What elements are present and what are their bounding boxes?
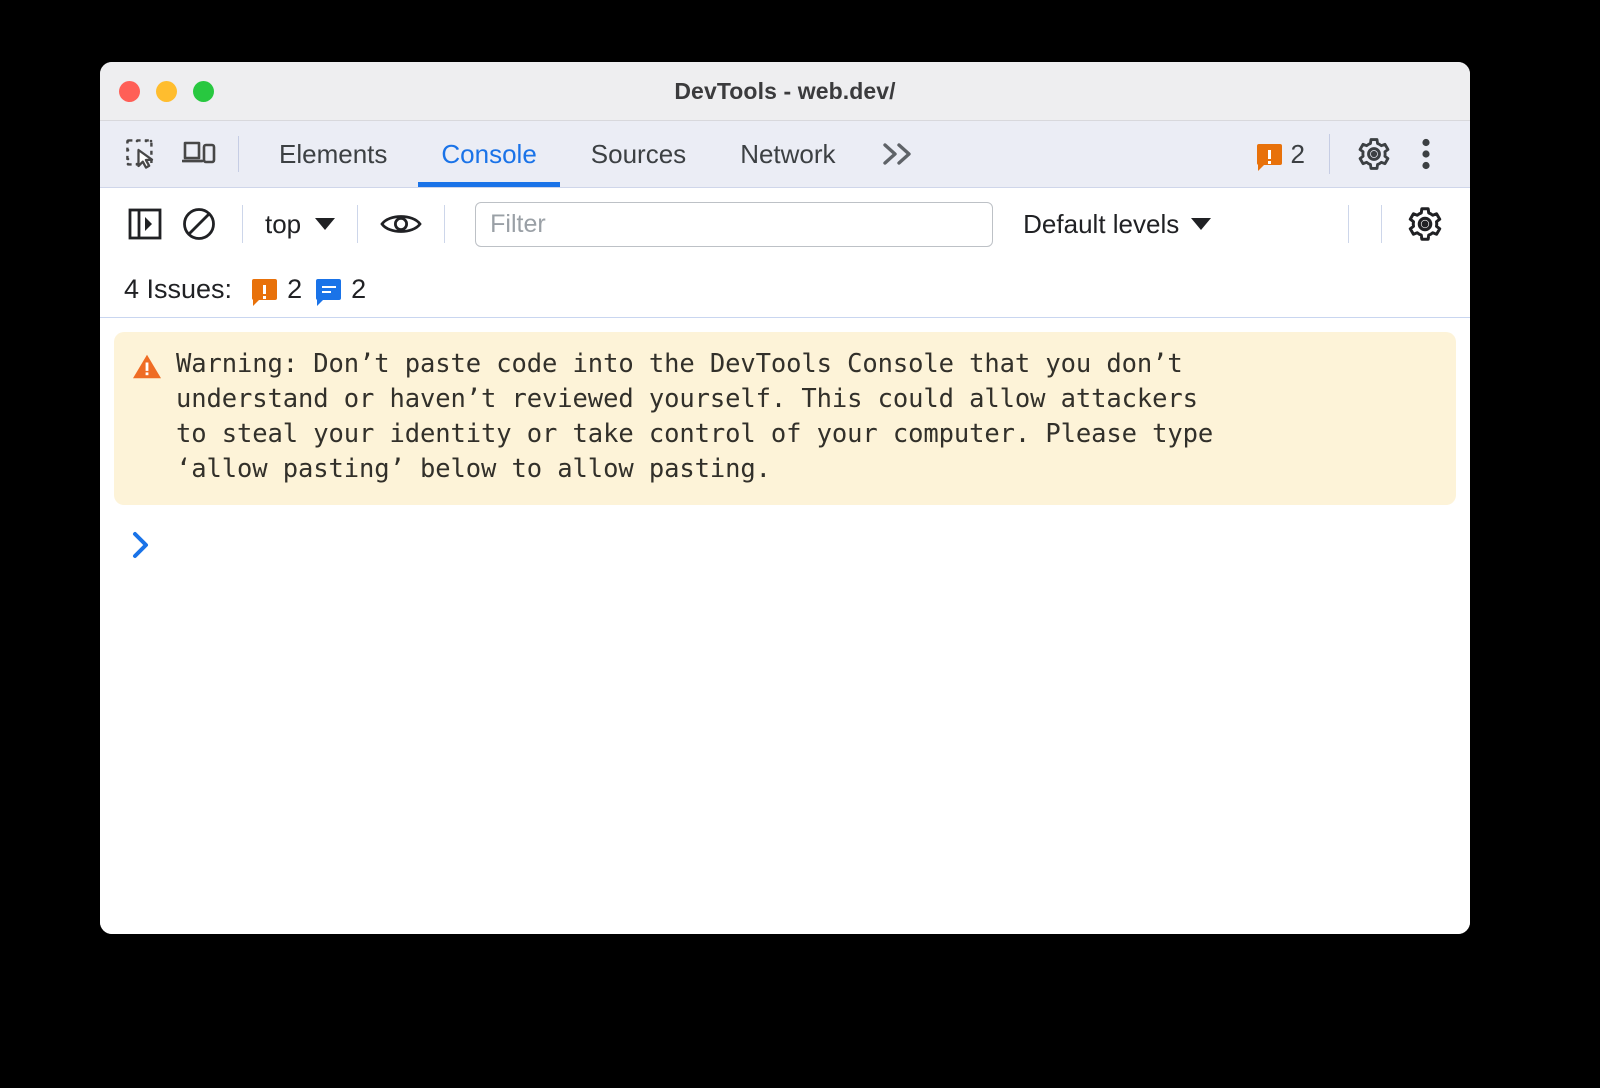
info-badge-icon bbox=[316, 278, 342, 306]
issues-info-count: 2 bbox=[351, 273, 367, 304]
console-toolbar-divider-1 bbox=[242, 205, 243, 243]
devtools-tabbar: Elements Console Sources Network 2 bbox=[100, 121, 1470, 188]
more-tabs-chevron-icon[interactable] bbox=[863, 121, 933, 187]
maximize-window-button[interactable] bbox=[193, 80, 214, 102]
eye-icon[interactable] bbox=[374, 197, 428, 251]
close-window-button[interactable] bbox=[119, 80, 140, 102]
console-message-area: Warning: Don’t paste code into the DevTo… bbox=[100, 318, 1470, 934]
log-level-label: Default levels bbox=[1023, 208, 1180, 239]
tab-sources[interactable]: Sources bbox=[564, 121, 713, 187]
console-toolbar-divider-2 bbox=[357, 205, 359, 243]
log-level-selector[interactable]: Default levels bbox=[1017, 209, 1217, 240]
window-titlebar: DevTools - web.dev/ bbox=[100, 62, 1470, 121]
tab-elements-label: Elements bbox=[279, 138, 388, 169]
device-toolbar-icon[interactable] bbox=[173, 130, 225, 178]
execution-context-label: top bbox=[265, 208, 302, 239]
issues-badge-button[interactable]: 2 bbox=[1251, 138, 1311, 171]
tab-console[interactable]: Console bbox=[414, 121, 563, 187]
settings-gear-icon[interactable] bbox=[1348, 130, 1400, 178]
clear-console-icon[interactable] bbox=[172, 197, 226, 251]
minimize-window-button[interactable] bbox=[156, 80, 177, 102]
tabbar-divider bbox=[238, 136, 239, 172]
console-prompt[interactable] bbox=[100, 505, 1470, 561]
issues-warning-count: 2 bbox=[287, 273, 303, 304]
screenshot-root: DevTools - web.dev/ Elements Console Sou… bbox=[0, 0, 1600, 1088]
tab-console-label: Console bbox=[441, 138, 537, 169]
issues-count-label: 4 Issues: bbox=[124, 273, 233, 304]
warning-badge-icon bbox=[1256, 143, 1282, 171]
tab-network-label: Network bbox=[740, 138, 836, 169]
paste-warning-banner: Warning: Don’t paste code into the DevTo… bbox=[114, 332, 1456, 505]
console-settings-gear-icon[interactable] bbox=[1398, 197, 1452, 251]
execution-context-selector[interactable]: top bbox=[259, 209, 341, 240]
window-title: DevTools - web.dev/ bbox=[674, 77, 896, 104]
console-sidebar-icon[interactable] bbox=[118, 197, 172, 251]
console-toolbar-divider-3 bbox=[444, 205, 446, 243]
tabbar-issue-count: 2 bbox=[1290, 138, 1305, 169]
tabbar-right-divider bbox=[1329, 134, 1330, 174]
chevron-down-icon bbox=[1191, 218, 1212, 230]
issues-bar[interactable]: 4 Issues: 2 2 bbox=[100, 261, 1470, 318]
console-toolbar: top Default levels bbox=[100, 188, 1470, 261]
filter-input[interactable] bbox=[475, 201, 994, 247]
console-toolbar-divider-4 bbox=[1348, 205, 1349, 243]
warning-triangle-icon bbox=[132, 353, 162, 385]
issues-info-group[interactable]: 2 bbox=[316, 273, 367, 306]
paste-warning-text: Warning: Don’t paste code into the DevTo… bbox=[176, 349, 1214, 484]
warning-badge-icon bbox=[252, 278, 278, 306]
inspect-element-icon[interactable] bbox=[115, 130, 167, 178]
more-options-icon[interactable] bbox=[1400, 130, 1452, 178]
console-toolbar-right bbox=[1332, 197, 1452, 251]
devtools-tabs: Elements Console Sources Network bbox=[252, 121, 933, 187]
devtools-window: DevTools - web.dev/ Elements Console Sou… bbox=[100, 62, 1470, 934]
console-toolbar-divider-5 bbox=[1381, 205, 1382, 243]
issues-warning-group[interactable]: 2 bbox=[252, 273, 303, 306]
tabbar-right-controls: 2 bbox=[1251, 121, 1470, 187]
tab-sources-label: Sources bbox=[590, 138, 687, 169]
tab-network[interactable]: Network bbox=[713, 121, 862, 187]
tab-elements[interactable]: Elements bbox=[252, 121, 414, 187]
traffic-lights bbox=[119, 80, 214, 102]
prompt-chevron-icon bbox=[130, 529, 152, 561]
chevron-down-icon bbox=[315, 218, 336, 230]
